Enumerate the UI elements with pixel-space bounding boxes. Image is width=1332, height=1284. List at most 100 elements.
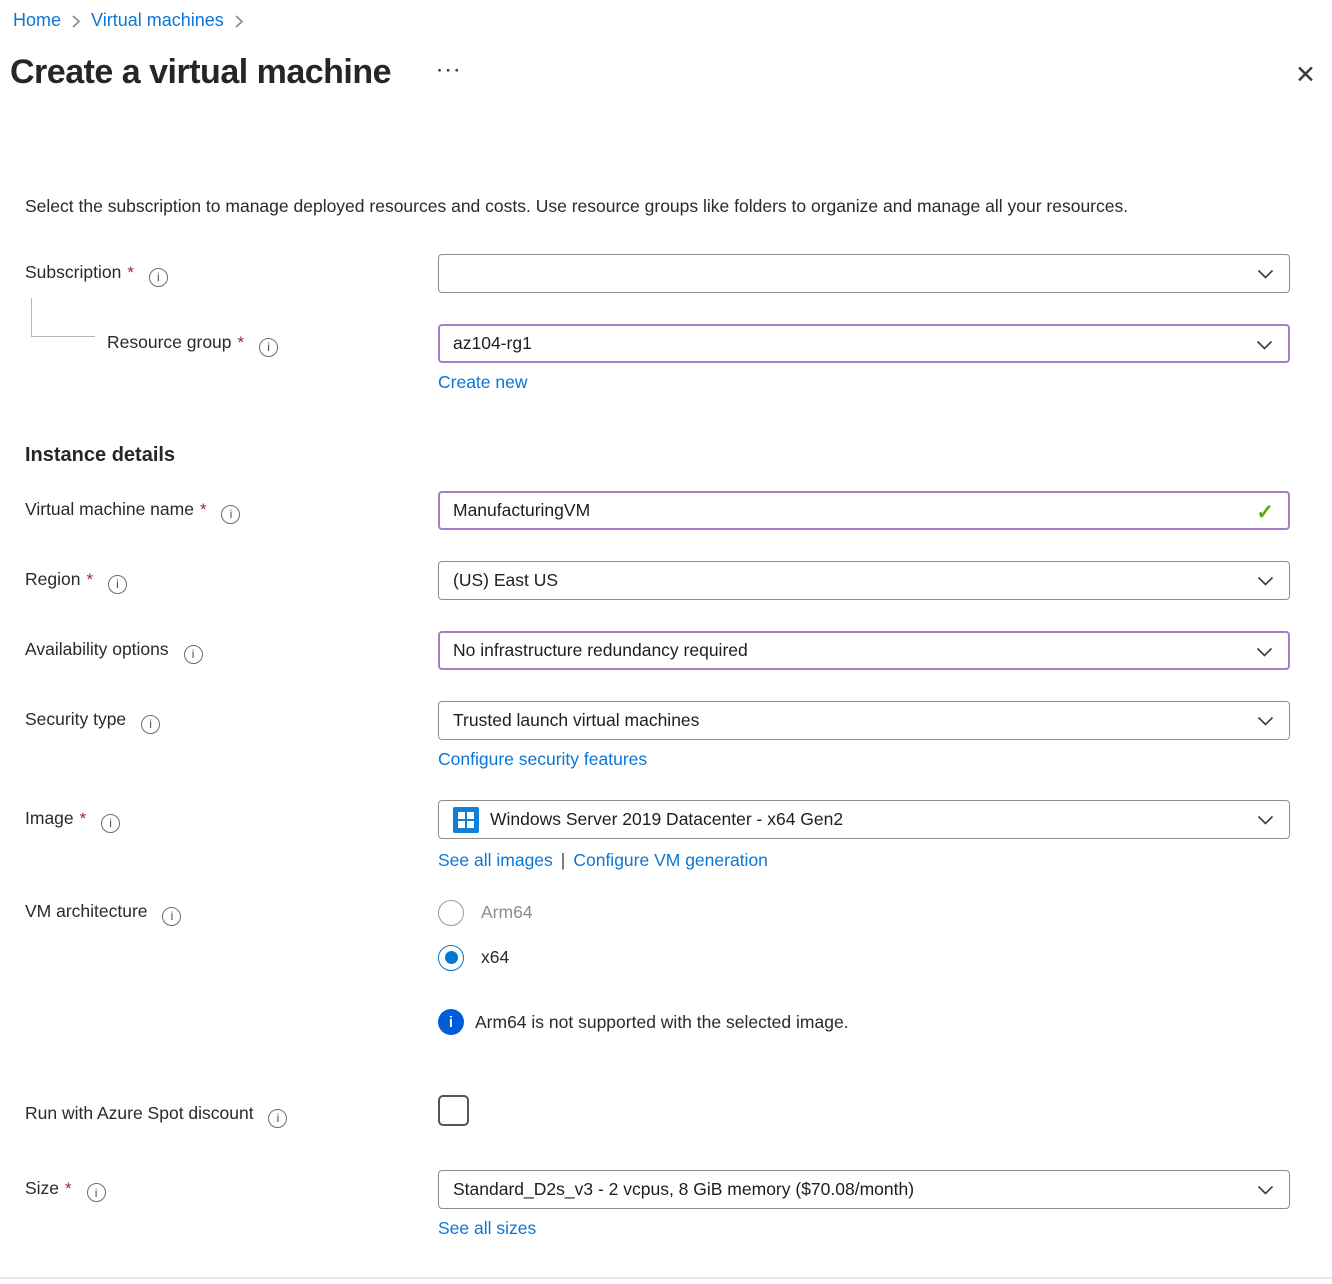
breadcrumb: Home Virtual machines — [0, 0, 1332, 31]
chevron-down-icon — [1257, 716, 1274, 727]
required-marker: * — [80, 809, 87, 828]
resource-group-dropdown[interactable]: az104-rg1 — [438, 324, 1290, 363]
field-row-resource-group: Resource group * i az104-rg1 Create new — [0, 324, 1332, 394]
region-value: (US) East US — [453, 570, 558, 591]
chevron-down-icon — [1257, 576, 1274, 587]
security-type-value: Trusted launch virtual machines — [453, 710, 699, 731]
page-title: Create a virtual machine — [10, 51, 391, 93]
chevron-down-icon — [1256, 647, 1273, 658]
see-all-images-link[interactable]: See all images — [438, 848, 553, 872]
chevron-down-icon — [1257, 1185, 1274, 1196]
link-separator: | — [561, 850, 566, 870]
info-message-row: i Arm64 is not supported with the select… — [0, 1009, 1332, 1035]
page-header: Create a virtual machine ··· — [10, 51, 1332, 93]
chevron-down-icon — [1256, 340, 1273, 351]
radio-option-arm64: Arm64 — [438, 899, 1290, 926]
see-all-sizes-link[interactable]: See all sizes — [438, 1216, 536, 1240]
image-label-group: Image * i — [0, 800, 438, 833]
spot-discount-label: Run with Azure Spot discount — [25, 1103, 254, 1123]
region-label-group: Region * i — [0, 561, 438, 594]
field-row-image: Image * i Windows Server 2019 Datacenter … — [0, 800, 1332, 872]
indent-connector-line — [31, 298, 95, 337]
section-heading-instance-details: Instance details — [25, 443, 1332, 467]
more-options-icon[interactable]: ··· — [437, 61, 463, 81]
size-label-group: Size * i — [0, 1170, 438, 1203]
spot-discount-checkbox[interactable] — [438, 1095, 469, 1126]
availability-label-group: Availability options i — [0, 631, 438, 664]
vm-architecture-label: VM architecture — [25, 901, 148, 921]
subscription-label: Subscription — [25, 262, 121, 282]
info-message-text: Arm64 is not supported with the selected… — [475, 1012, 849, 1033]
size-dropdown[interactable]: Standard_D2s_v3 - 2 vcpus, 8 GiB memory … — [438, 1170, 1290, 1209]
radio-x64[interactable] — [438, 945, 464, 971]
field-row-subscription: Subscription * i — [0, 254, 1332, 293]
availability-options-label: Availability options — [25, 639, 169, 659]
info-icon[interactable]: i — [268, 1109, 287, 1128]
radio-arm64[interactable] — [438, 900, 464, 926]
vm-name-input-wrapper: ✓ — [438, 491, 1290, 530]
radio-option-x64: x64 — [438, 944, 1290, 971]
chevron-right-icon — [71, 14, 81, 29]
resource-group-value: az104-rg1 — [453, 333, 532, 354]
info-icon[interactable]: i — [149, 268, 168, 287]
required-marker: * — [65, 1179, 72, 1198]
subscription-label-group: Subscription * i — [0, 254, 438, 287]
required-marker: * — [86, 570, 93, 589]
field-row-vm-name: Virtual machine name * i ✓ — [0, 491, 1332, 530]
breadcrumb-virtual-machines[interactable]: Virtual machines — [91, 10, 224, 31]
create-vm-page: Home Virtual machines Create a virtual m… — [0, 0, 1332, 1284]
chevron-down-icon — [1257, 269, 1274, 280]
info-icon[interactable]: i — [259, 338, 278, 357]
required-marker: * — [127, 263, 134, 282]
image-value: Windows Server 2019 Datacenter - x64 Gen… — [490, 809, 843, 830]
info-icon[interactable]: i — [162, 907, 181, 926]
spot-label-group: Run with Azure Spot discount i — [0, 1095, 438, 1128]
vm-name-label: Virtual machine name — [25, 499, 194, 519]
field-row-security-type: Security type i Trusted launch virtual m… — [0, 701, 1332, 771]
configure-security-features-link[interactable]: Configure security features — [438, 747, 647, 771]
security-type-label: Security type — [25, 709, 126, 729]
region-label: Region — [25, 569, 80, 589]
basics-form: Subscription * i Resource group * i — [0, 254, 1332, 1240]
valid-check-icon: ✓ — [1256, 500, 1274, 525]
size-value: Standard_D2s_v3 - 2 vcpus, 8 GiB memory … — [453, 1179, 914, 1200]
subscription-dropdown[interactable] — [438, 254, 1290, 293]
create-new-link[interactable]: Create new — [438, 370, 528, 394]
chevron-right-icon — [234, 14, 244, 29]
radio-x64-label: x64 — [481, 947, 509, 968]
field-row-region: Region * i (US) East US — [0, 561, 1332, 600]
vm-name-label-group: Virtual machine name * i — [0, 491, 438, 524]
availability-options-dropdown[interactable]: No infrastructure redundancy required — [438, 631, 1290, 670]
info-icon[interactable]: i — [184, 645, 203, 664]
info-icon[interactable]: i — [101, 814, 120, 833]
info-icon[interactable]: i — [141, 715, 160, 734]
size-label: Size — [25, 1178, 59, 1198]
arch-info-message: i Arm64 is not supported with the select… — [438, 1009, 1290, 1035]
info-icon[interactable]: i — [87, 1183, 106, 1202]
field-row-availability-options: Availability options i No infrastructure… — [0, 631, 1332, 670]
image-label: Image — [25, 808, 74, 828]
availability-options-value: No infrastructure redundancy required — [453, 640, 748, 661]
close-icon[interactable]: ✕ — [1295, 62, 1316, 88]
security-type-label-group: Security type i — [0, 701, 438, 734]
vm-name-input[interactable] — [453, 493, 1248, 528]
image-links: See all images | Configure VM generation — [438, 848, 1290, 872]
radio-arm64-label: Arm64 — [481, 902, 533, 923]
required-marker: * — [200, 500, 207, 519]
configure-vm-generation-link[interactable]: Configure VM generation — [573, 848, 768, 872]
chevron-down-icon — [1257, 815, 1274, 826]
info-icon[interactable]: i — [108, 575, 127, 594]
image-dropdown[interactable]: Windows Server 2019 Datacenter - x64 Gen… — [438, 800, 1290, 839]
info-message-spacer — [0, 1009, 438, 1017]
region-dropdown[interactable]: (US) East US — [438, 561, 1290, 600]
field-row-vm-architecture: VM architecture i Arm64 x64 — [0, 899, 1332, 971]
required-marker: * — [238, 333, 245, 352]
bottom-divider — [0, 1277, 1332, 1279]
breadcrumb-home[interactable]: Home — [13, 10, 61, 31]
info-icon[interactable]: i — [221, 505, 240, 524]
resource-group-label: Resource group — [107, 332, 232, 352]
info-filled-icon: i — [438, 1009, 464, 1035]
vm-architecture-label-group: VM architecture i — [0, 899, 438, 926]
security-type-dropdown[interactable]: Trusted launch virtual machines — [438, 701, 1290, 740]
intro-text: Select the subscription to manage deploy… — [25, 191, 1295, 222]
